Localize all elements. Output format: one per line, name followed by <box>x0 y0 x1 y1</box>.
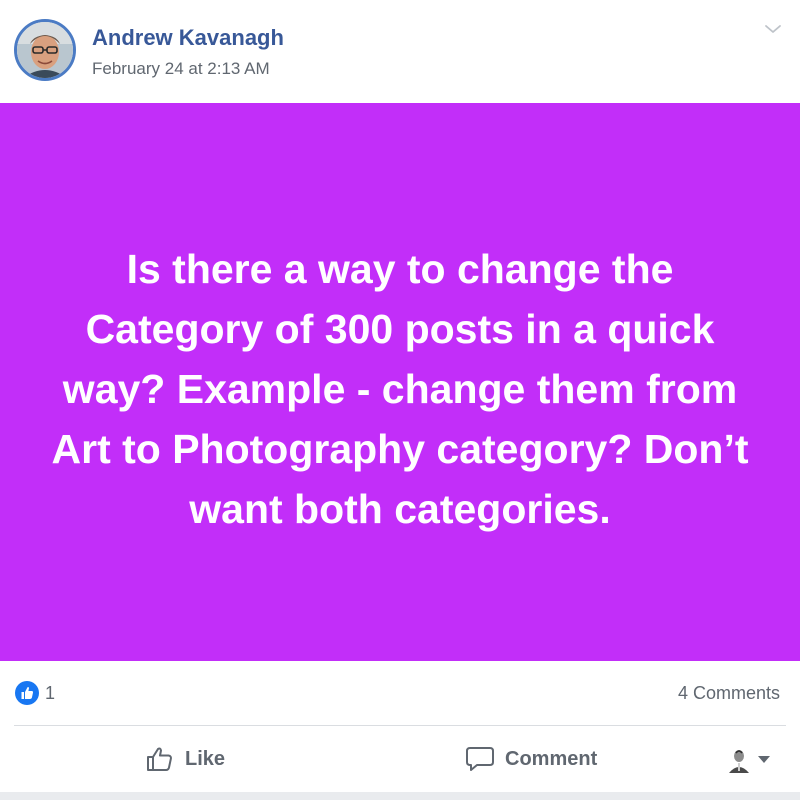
post-text: Is there a way to change the Category of… <box>51 246 749 532</box>
like-button-label: Like <box>185 747 226 770</box>
colored-text-panel: Is there a way to change the Category of… <box>0 103 800 661</box>
reaction-count[interactable]: 1 <box>45 683 55 704</box>
author-avatar[interactable] <box>14 19 76 81</box>
post-timestamp[interactable]: February 24 at 2:13 AM <box>92 59 270 79</box>
chevron-down-icon[interactable] <box>764 22 782 36</box>
facebook-post: Andrew Kavanagh February 24 at 2:13 AM I… <box>0 0 800 800</box>
feed-background-strip <box>0 792 800 800</box>
thumbs-up-outline-icon <box>147 747 172 771</box>
mini-avatar <box>729 750 749 773</box>
comment-button[interactable]: Comment <box>465 739 597 779</box>
post-header: Andrew Kavanagh February 24 at 2:13 AM <box>0 0 800 103</box>
caret-down-icon <box>758 756 770 763</box>
action-bar: Like Comment <box>0 726 800 792</box>
reactions-summary: 1 4 Comments <box>0 661 800 725</box>
like-button[interactable]: Like <box>145 739 225 779</box>
author-avatar-image <box>17 22 73 78</box>
speech-bubble-icon <box>466 747 494 771</box>
author-name-link[interactable]: Andrew Kavanagh <box>92 25 284 51</box>
thumbs-up-icon[interactable] <box>15 681 39 705</box>
comments-count-link[interactable]: 4 Comments <box>678 683 780 704</box>
comment-button-label: Comment <box>505 747 598 770</box>
reaction-profile-selector[interactable] <box>726 745 770 775</box>
